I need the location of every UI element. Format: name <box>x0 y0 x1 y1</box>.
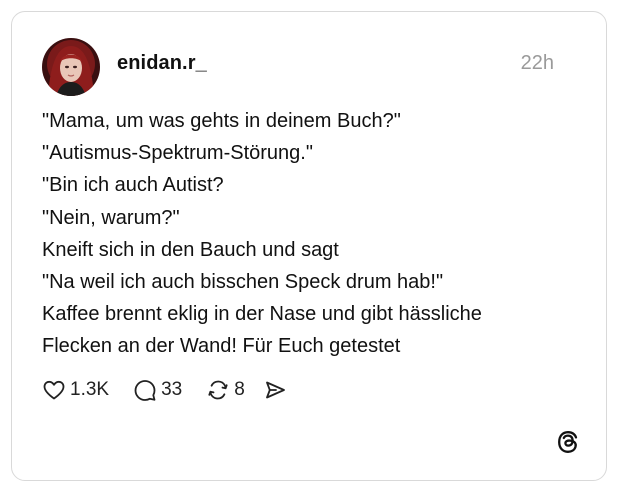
post-text-line: Flecken an der Wand! Für Euch getestet <box>42 335 401 358</box>
repost-count: 8 <box>234 379 245 400</box>
action-bar: 1.3K 33 8 <box>42 375 311 405</box>
heart-icon <box>42 378 66 402</box>
repost-icon <box>206 378 230 402</box>
like-count: 1.3K <box>70 379 110 400</box>
send-icon <box>263 378 287 402</box>
username[interactable]: enidan.r_ <box>117 52 207 75</box>
comment-bubble-icon <box>133 378 157 402</box>
avatar[interactable] <box>42 38 100 96</box>
timestamp: 22h <box>520 52 554 74</box>
share-button[interactable] <box>263 378 287 402</box>
like-button[interactable]: 1.3K <box>42 378 109 402</box>
post-text-line: Kaffee brennt eklig in der Nase und gibt… <box>42 303 482 326</box>
post-text-line: "Autismus-Spektrum-Störung." <box>42 142 313 165</box>
post-text-line: "Mama, um was gehts in deinem Buch?" <box>42 110 401 132</box>
post-text-line: Kneift sich in den Bauch und sagt <box>42 238 339 261</box>
threads-logo-icon[interactable] <box>555 429 581 455</box>
comment-count: 33 <box>161 379 183 400</box>
comment-button[interactable]: 33 <box>133 378 182 402</box>
post-text-line: "Na weil ich auch bisschen Speck drum ha… <box>42 271 444 294</box>
post-text-line: "Bin ich auch Autist? <box>42 174 224 197</box>
repost-button[interactable]: 8 <box>206 378 245 402</box>
post-card: enidan.r_ 22h "Mama, um was gehts in dei… <box>11 11 607 481</box>
post-text: "Mama, um was gehts in deinem Buch?" "Au… <box>42 105 582 363</box>
post-text-line: "Nein, warum?" <box>42 206 180 229</box>
